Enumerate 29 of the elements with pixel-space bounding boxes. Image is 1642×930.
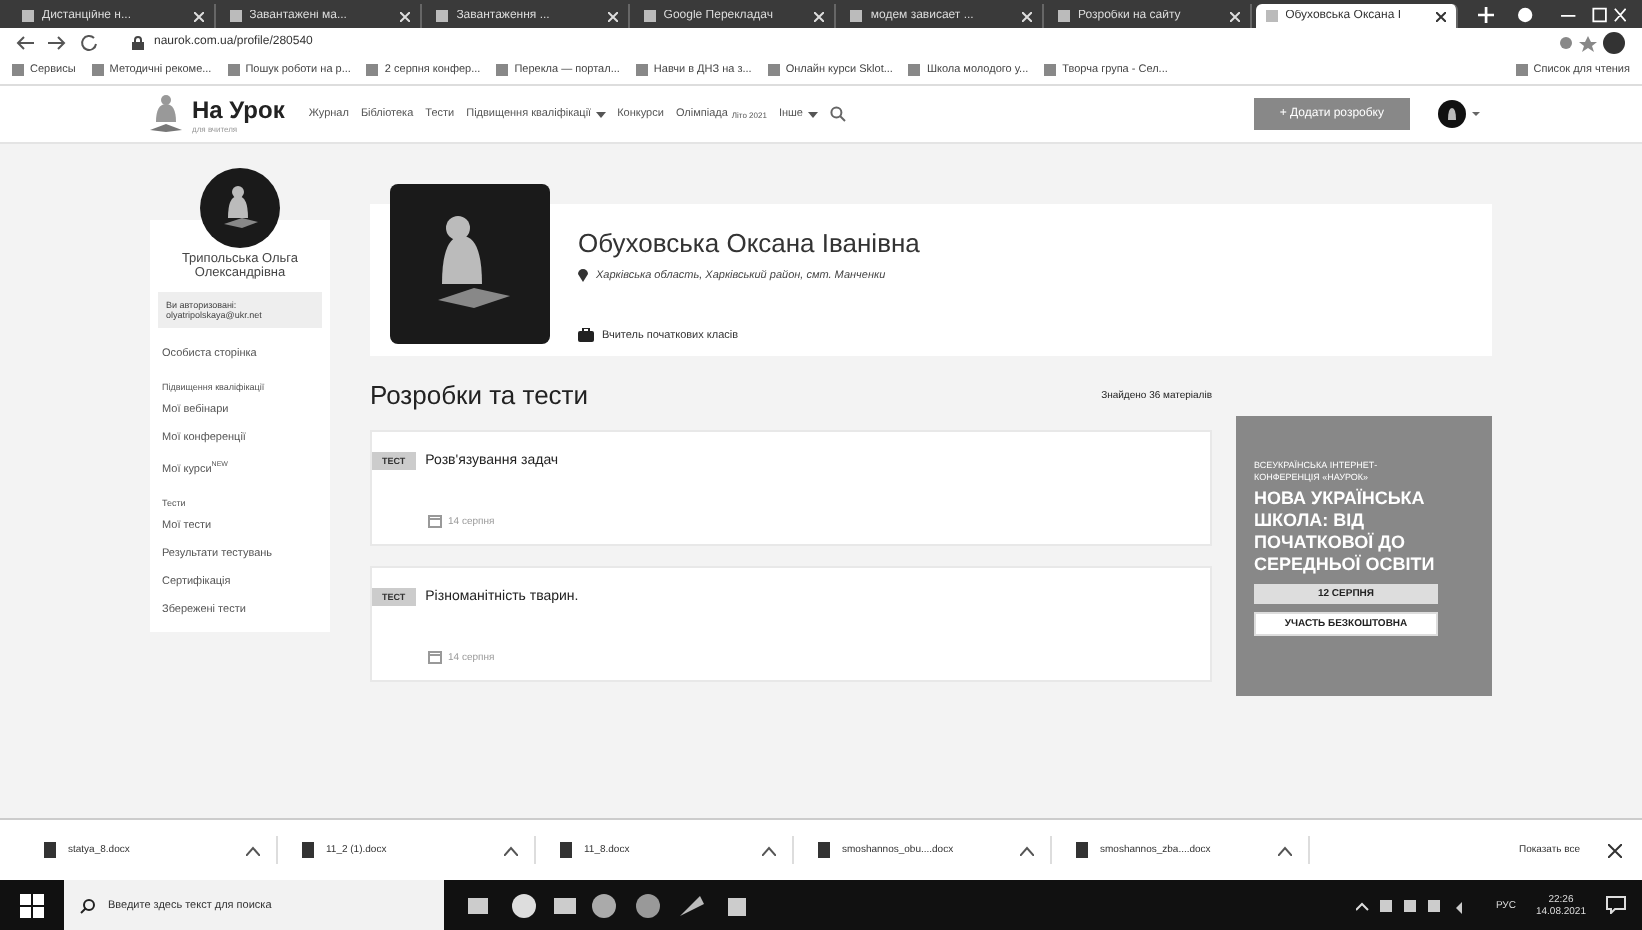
- caret-icon[interactable]: [504, 845, 518, 855]
- avatar-icon[interactable]: [1438, 100, 1482, 128]
- document-icon: [44, 842, 56, 858]
- notification-icon[interactable]: [1606, 896, 1626, 914]
- site-logo[interactable]: На Урок: [192, 95, 285, 123]
- search-icon[interactable]: [829, 106, 845, 122]
- caret-icon[interactable]: [762, 845, 776, 855]
- caret-icon[interactable]: [246, 845, 260, 855]
- lock-icon: [132, 35, 144, 49]
- window-controls-icon[interactable]: [1518, 5, 1627, 23]
- start-icon[interactable]: [20, 893, 44, 917]
- bell-avatar-icon: [390, 184, 550, 344]
- calendar-icon: [428, 650, 442, 664]
- close-icon[interactable]: [1608, 843, 1622, 857]
- calendar-icon: [428, 514, 442, 528]
- section-title: Розробки та тести: [370, 380, 589, 410]
- caret-icon[interactable]: [1278, 845, 1292, 855]
- location-pin-icon: [578, 268, 588, 282]
- document-icon: [818, 842, 830, 858]
- document-icon: [302, 842, 314, 858]
- caret-icon[interactable]: [1020, 845, 1034, 855]
- document-icon: [1076, 842, 1088, 858]
- profile-name: Обуховська Оксана Іванівна: [578, 228, 920, 258]
- search-icon: [80, 897, 96, 913]
- document-icon: [560, 842, 572, 858]
- close-tab-icon[interactable]: [1436, 11, 1447, 21]
- banner-headline: НОВА УКРАЇНСЬКА ШКОЛА: ВІД ПОЧАТКОВОЇ ДО СЕРЕДНЬОЇ ОСВІТИ: [1254, 488, 1437, 575]
- new-tab-icon[interactable]: [1478, 5, 1495, 23]
- briefcase-icon: [578, 328, 594, 342]
